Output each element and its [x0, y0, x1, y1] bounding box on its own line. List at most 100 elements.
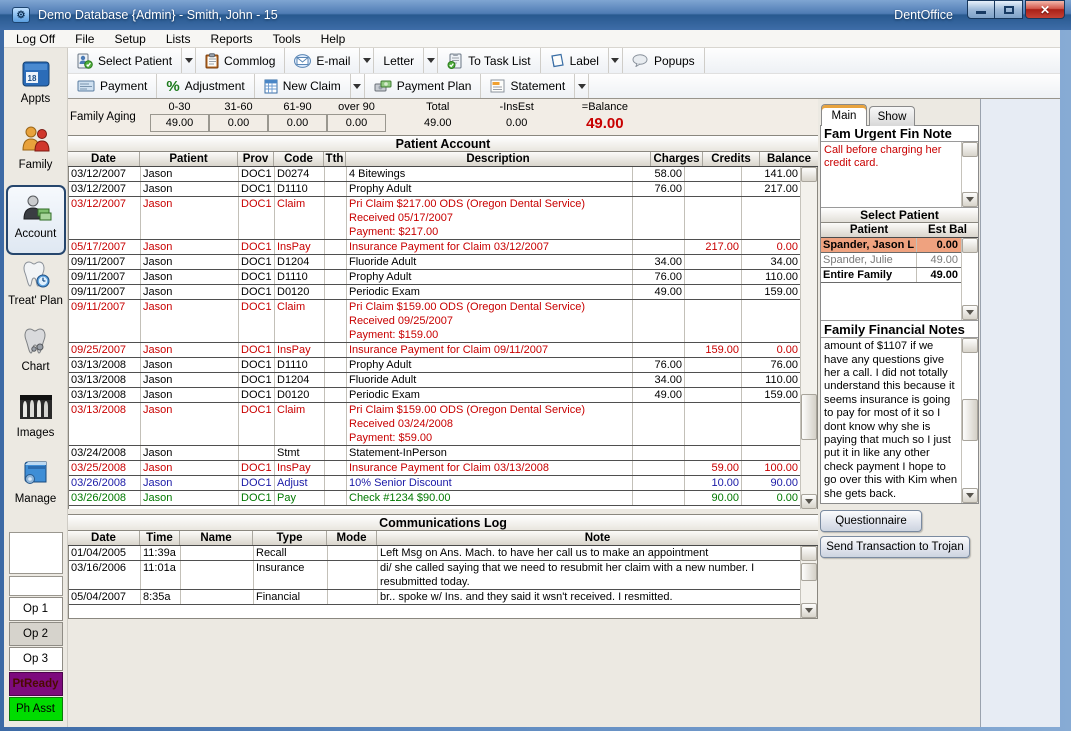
- patient-row[interactable]: Spander, Jason L0.00: [821, 238, 961, 253]
- account-row[interactable]: 03/26/2008JasonDOC1Adjust10% Senior Disc…: [69, 476, 800, 491]
- scroll-up-icon[interactable]: [962, 338, 978, 353]
- commlog-body: 01/04/200511:39aRecallLeft Msg on Ans. M…: [68, 546, 818, 619]
- scroll-thumb[interactable]: [801, 394, 817, 440]
- account-row[interactable]: 03/12/2007JasonDOC1D02744 Bitewings58.00…: [69, 167, 800, 182]
- label-dropdown[interactable]: [609, 48, 623, 73]
- account-row[interactable]: 03/13/2008JasonDOC1D1204Fluoride Adult34…: [69, 373, 800, 388]
- financial-notes-title: Family Financial Notes: [821, 321, 978, 337]
- popups-button[interactable]: Popups: [623, 48, 705, 73]
- sidebar-item-manage[interactable]: Manage: [6, 456, 66, 522]
- account-row[interactable]: 03/25/2008JasonDOC1InsPayInsurance Payme…: [69, 461, 800, 476]
- aging-bucket-over-90: over 90 0.00: [327, 99, 386, 135]
- right-filler-area: [980, 99, 1060, 727]
- account-row[interactable]: 09/25/2007JasonDOC1InsPayInsurance Payme…: [69, 343, 800, 358]
- account-scrollbar[interactable]: [800, 167, 817, 509]
- op-2-button[interactable]: Op 2: [9, 622, 63, 646]
- select-patient-dropdown[interactable]: [182, 48, 196, 73]
- scroll-up-icon[interactable]: [801, 546, 817, 561]
- statement-button[interactable]: Statement: [481, 74, 575, 98]
- scroll-down-icon[interactable]: [801, 603, 817, 618]
- close-button[interactable]: ✕: [1025, 0, 1065, 19]
- adjustment-button[interactable]: % Adjustment: [157, 74, 254, 98]
- toolbar-row-2: Payment % Adjustment New Claim Payment P…: [68, 74, 1060, 99]
- sidebar-item-chart[interactable]: Chart: [6, 324, 66, 390]
- commlog-button[interactable]: Commlog: [196, 48, 285, 73]
- commlog-row[interactable]: 03/16/200611:01aInsurancedi/ she called …: [69, 561, 800, 590]
- scroll-up-icon[interactable]: [962, 142, 978, 157]
- select-patient-scrollbar[interactable]: [961, 238, 978, 320]
- account-row[interactable]: 09/11/2007JasonDOC1D1110Prophy Adult76.0…: [69, 270, 800, 285]
- scroll-thumb[interactable]: [962, 399, 978, 441]
- financial-notes-scrollbar[interactable]: [961, 338, 978, 503]
- new-claim-button[interactable]: New Claim: [255, 74, 351, 98]
- account-row[interactable]: 09/11/2007JasonDOC1ClaimPri Claim $159.0…: [69, 300, 800, 343]
- chevron-down-icon: [363, 58, 371, 63]
- account-row[interactable]: 03/13/2008JasonDOC1D1110Prophy Adult76.0…: [69, 358, 800, 373]
- scroll-thumb[interactable]: [801, 563, 817, 581]
- scroll-up-icon[interactable]: [962, 238, 978, 253]
- sidebar-item-images[interactable]: Images: [6, 390, 66, 456]
- menu-item-logoff[interactable]: Log Off: [4, 32, 65, 46]
- menu-item-reports[interactable]: Reports: [201, 32, 263, 46]
- scroll-up-icon[interactable]: [801, 167, 817, 182]
- sidebar-item-treat-plan[interactable]: Treat' Plan: [6, 258, 66, 324]
- account-row[interactable]: 03/24/2008JasonStmtStatement-InPerson: [69, 446, 800, 461]
- statement-dropdown[interactable]: [575, 74, 589, 98]
- letter-dropdown[interactable]: [424, 48, 438, 73]
- commlog-scrollbar[interactable]: [800, 546, 817, 618]
- pt-ready-button[interactable]: PtReady: [9, 672, 63, 696]
- account-row[interactable]: 05/17/2007JasonDOC1InsPayInsurance Payme…: [69, 240, 800, 255]
- commlog-row[interactable]: 01/04/200511:39aRecallLeft Msg on Ans. M…: [69, 546, 800, 561]
- menu-item-help[interactable]: Help: [311, 32, 356, 46]
- menu-item-file[interactable]: File: [65, 32, 104, 46]
- scroll-down-icon[interactable]: [962, 192, 978, 207]
- questionnaire-button[interactable]: Questionnaire: [820, 510, 922, 532]
- account-row[interactable]: 03/26/2008JasonDOC1PayCheck #1234 $90.00…: [69, 491, 800, 506]
- email-dropdown[interactable]: [360, 48, 374, 73]
- sidebar-item-account[interactable]: Account: [6, 185, 66, 255]
- account-row[interactable]: 09/11/2007JasonDOC1D0120Periodic Exam49.…: [69, 285, 800, 300]
- commlog-row[interactable]: 05/04/20078:35aFinancialbr.. spoke w/ In…: [69, 590, 800, 605]
- payment-plan-icon: [374, 79, 392, 93]
- account-money-icon: [19, 191, 53, 225]
- label-button[interactable]: Label: [541, 48, 609, 73]
- op-1-button[interactable]: Op 1: [9, 597, 63, 621]
- to-task-list-button[interactable]: To Task List: [438, 48, 540, 73]
- tab-main[interactable]: Main: [821, 104, 867, 126]
- account-row[interactable]: 03/13/2008JasonDOC1D0120Periodic Exam49.…: [69, 388, 800, 403]
- urgent-note-area[interactable]: Call before charging her credit card.: [821, 142, 978, 208]
- family-aging-label: Family Aging: [70, 99, 150, 135]
- patient-row[interactable]: Spander, Julie49.00: [821, 253, 961, 268]
- email-button[interactable]: E-mail: [285, 48, 360, 73]
- send-transaction-trojan-button[interactable]: Send Transaction to Trojan: [820, 536, 970, 558]
- account-row[interactable]: 03/13/2008JasonDOC1ClaimPri Claim $159.0…: [69, 403, 800, 446]
- payment-plan-button[interactable]: Payment Plan: [365, 74, 482, 98]
- patient-row[interactable]: Entire Family49.00: [821, 268, 961, 283]
- maximize-button[interactable]: [995, 0, 1023, 19]
- payment-button[interactable]: Payment: [68, 74, 157, 98]
- account-row[interactable]: 09/11/2007JasonDOC1D1204Fluoride Adult34…: [69, 255, 800, 270]
- ph-asst-button[interactable]: Ph Asst: [9, 697, 63, 721]
- letter-button[interactable]: Letter: [374, 48, 424, 73]
- scroll-down-icon[interactable]: [801, 494, 817, 509]
- task-list-icon: [447, 53, 463, 69]
- select-patient-button[interactable]: Select Patient: [68, 48, 182, 73]
- op-3-button[interactable]: Op 3: [9, 647, 63, 671]
- menu-item-tools[interactable]: Tools: [263, 32, 311, 46]
- menu-item-setup[interactable]: Setup: [104, 32, 155, 46]
- menu-item-lists[interactable]: Lists: [156, 32, 201, 46]
- scroll-down-icon[interactable]: [962, 488, 978, 503]
- sidebar-item-family[interactable]: Family: [6, 122, 66, 188]
- select-patient-title: Select Patient: [821, 208, 978, 223]
- close-icon: ✕: [1040, 3, 1050, 17]
- tab-show[interactable]: Show: [869, 106, 915, 126]
- financial-notes-area[interactable]: amount of $1107 if we have any questions…: [821, 337, 978, 503]
- scroll-down-icon[interactable]: [962, 305, 978, 320]
- account-row[interactable]: 03/12/2007JasonDOC1ClaimPri Claim $217.0…: [69, 197, 800, 240]
- minimize-button[interactable]: [967, 0, 995, 19]
- xray-images-icon: [19, 390, 53, 424]
- account-row[interactable]: 03/12/2007JasonDOC1D1110Prophy Adult76.0…: [69, 182, 800, 197]
- new-claim-dropdown[interactable]: [351, 74, 365, 98]
- sidebar-item-appts[interactable]: 18 Appts: [6, 56, 66, 122]
- urgent-note-scrollbar[interactable]: [961, 142, 978, 207]
